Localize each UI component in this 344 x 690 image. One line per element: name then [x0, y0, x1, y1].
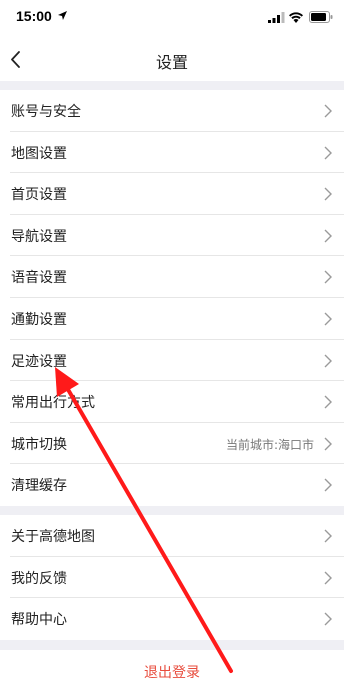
settings-item-help[interactable]: 帮助中心 [0, 598, 344, 640]
logout-label: 退出登录 [144, 665, 200, 681]
settings-item-label: 语音设置 [11, 270, 67, 287]
wifi-icon [289, 12, 303, 23]
chevron-right-icon [324, 395, 332, 409]
settings-item-label: 首页设置 [11, 187, 67, 204]
chevron-right-icon [324, 229, 332, 243]
settings-item-label: 导航设置 [11, 228, 67, 245]
chevron-right-icon [324, 529, 332, 543]
chevron-right-icon [324, 146, 332, 160]
chevron-right-icon [324, 478, 332, 492]
chevron-right-icon [324, 187, 332, 201]
settings-item-label: 帮助中心 [11, 612, 67, 629]
settings-item-navigation[interactable]: 导航设置 [0, 215, 344, 257]
settings-item-city-switch[interactable]: 城市切换 当前城市:海口市 [0, 423, 344, 465]
settings-item-label: 我的反馈 [11, 570, 67, 587]
nav-bar: 设置 [0, 36, 344, 81]
chevron-right-icon [324, 437, 332, 451]
settings-item-feedback[interactable]: 我的反馈 [0, 557, 344, 599]
settings-group-main: 账号与安全 地图设置 首页设置 导航设置 语音设置 通勤设置 足迹设置 常用出行… [0, 90, 344, 506]
settings-item-commute[interactable]: 通勤设置 [0, 298, 344, 340]
page-title: 设置 [155, 53, 188, 72]
battery-icon [309, 11, 333, 23]
chevron-right-icon [324, 312, 332, 326]
settings-item-label: 清理缓存 [11, 478, 67, 495]
settings-item-label: 地图设置 [11, 145, 67, 162]
status-time: 15:00 [16, 8, 52, 24]
settings-item-label: 常用出行方式 [11, 395, 95, 412]
chevron-right-icon [324, 104, 332, 118]
status-bar: 15:00 [0, 0, 344, 36]
settings-item-clear-cache[interactable]: 清理缓存 [0, 464, 344, 506]
chevron-right-icon [324, 354, 332, 368]
settings-item-label: 城市切换 [11, 436, 67, 453]
settings-item-label: 足迹设置 [11, 353, 67, 370]
current-city-value: 当前城市:海口市 [225, 437, 314, 452]
logout-button[interactable]: 退出登录 [0, 650, 344, 690]
settings-item-travel-mode[interactable]: 常用出行方式 [0, 381, 344, 423]
settings-item-home[interactable]: 首页设置 [0, 173, 344, 215]
settings-item-account-security[interactable]: 账号与安全 [0, 90, 344, 132]
chevron-right-icon [324, 270, 332, 284]
settings-group-about: 关于高德地图 我的反馈 帮助中心 [0, 515, 344, 640]
settings-item-map[interactable]: 地图设置 [0, 132, 344, 174]
location-arrow-icon [58, 11, 67, 20]
settings-item-footprint[interactable]: 足迹设置 [0, 340, 344, 382]
signal-icon [268, 12, 285, 23]
settings-item-about[interactable]: 关于高德地图 [0, 515, 344, 557]
chevron-right-icon [324, 571, 332, 585]
settings-item-voice[interactable]: 语音设置 [0, 256, 344, 298]
settings-item-label: 关于高德地图 [11, 529, 95, 545]
settings-item-label: 通勤设置 [11, 311, 67, 328]
settings-item-label: 账号与安全 [11, 104, 81, 120]
chevron-right-icon [324, 612, 332, 626]
